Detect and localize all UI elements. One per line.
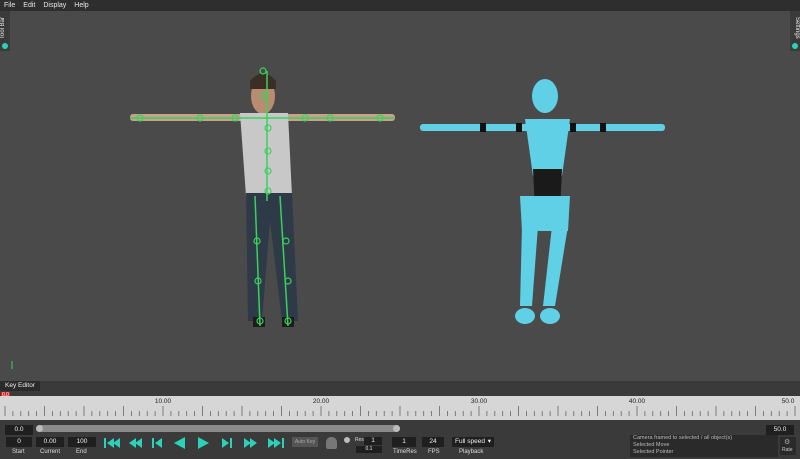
timeline-ruler[interactable]: 10.00 20.00 30.00 40.00 50.0 <box>0 396 800 420</box>
res-field[interactable]: 1 <box>364 437 382 445</box>
res-label: Res <box>355 437 364 443</box>
robot-figure[interactable] <box>420 79 665 324</box>
status-log: Camera framed to selected / all object(s… <box>630 435 778 457</box>
playback-value: Full speed <box>455 438 485 445</box>
magnet-icon[interactable] <box>344 437 350 443</box>
playback-label: Playback <box>459 449 484 455</box>
current-field[interactable]: 0.00 <box>36 437 64 447</box>
range-end-field[interactable]: 50.0 <box>766 425 794 435</box>
fps-label: FPS <box>428 449 440 455</box>
range-start-field[interactable]: 0.0 <box>5 425 33 435</box>
settings-panel-label: Settings <box>794 17 800 39</box>
settings-panel-tab[interactable]: Settings <box>790 11 800 51</box>
fps-field[interactable]: 24 <box>422 437 444 447</box>
human-figure[interactable] <box>130 67 395 327</box>
end-field[interactable]: 100 <box>68 437 96 447</box>
ruler-label-30: 30.00 <box>470 398 488 405</box>
playback-select[interactable]: Full speed ▾ <box>452 437 494 447</box>
3d-viewport[interactable] <box>0 11 800 381</box>
skip-to-end-icon[interactable] <box>268 438 284 448</box>
step-back-icon[interactable] <box>152 438 162 448</box>
menu-help[interactable]: Help <box>70 2 92 9</box>
menu-file[interactable]: File <box>0 2 19 9</box>
step-forward-icon[interactable] <box>222 438 232 448</box>
start-field[interactable]: 0 <box>6 437 32 447</box>
scene <box>11 67 665 369</box>
ghost-icon[interactable] <box>326 437 337 449</box>
start-label: Start <box>12 449 25 455</box>
play-icon[interactable] <box>198 437 209 449</box>
menu-edit[interactable]: Edit <box>19 2 39 9</box>
key-editor-panel: Key Editor 0.0 10.00 20.00 30.00 40.00 5… <box>0 381 800 459</box>
skip-to-start-icon[interactable] <box>104 438 120 448</box>
ruler-label-10: 10.00 <box>154 398 172 405</box>
chevron-down-icon: ▾ <box>487 438 491 445</box>
key-editor-tab[interactable]: Key Editor <box>0 381 40 391</box>
ruler-label-50: 50.0 <box>781 398 795 405</box>
rate-label: Rate <box>782 447 793 453</box>
status-line: Selected Move <box>633 442 670 448</box>
timeres-field[interactable]: 1 <box>392 437 416 447</box>
transport-controls <box>104 437 284 449</box>
rate-control[interactable]: ⚙ Rate <box>780 437 796 455</box>
auto-key-button[interactable]: Auto Key <box>292 437 318 447</box>
status-line: Camera framed to selected / all object(s… <box>633 435 733 441</box>
ruler-ticks <box>4 406 796 416</box>
timeline-scrollbar[interactable] <box>36 425 400 432</box>
toolbar-panel-tab[interactable]: Tool Bar <box>0 11 10 51</box>
pin-icon[interactable] <box>2 43 8 49</box>
menu-bar: File Edit Display Help <box>0 0 800 11</box>
timeres-label: TimeRes <box>393 449 417 455</box>
fast-forward-icon[interactable] <box>244 438 257 448</box>
ruler-label-40: 40.00 <box>628 398 646 405</box>
menu-display[interactable]: Display <box>39 2 70 9</box>
rewind-icon[interactable] <box>129 438 142 448</box>
current-label: Current <box>40 449 61 455</box>
ruler-label-20: 20.00 <box>312 398 330 405</box>
scroll-end-handle[interactable] <box>393 425 400 432</box>
scroll-start-handle[interactable] <box>36 425 43 432</box>
play-reverse-icon[interactable] <box>174 437 185 449</box>
toolbar-panel-label: Tool Bar <box>0 17 6 40</box>
pin-icon[interactable] <box>792 43 798 49</box>
end-label: End <box>76 449 87 455</box>
status-line: Selected Pointer <box>633 449 674 455</box>
rate-icon: ⚙ <box>784 439 791 446</box>
res-sub-field[interactable]: 0.1 <box>356 446 382 453</box>
